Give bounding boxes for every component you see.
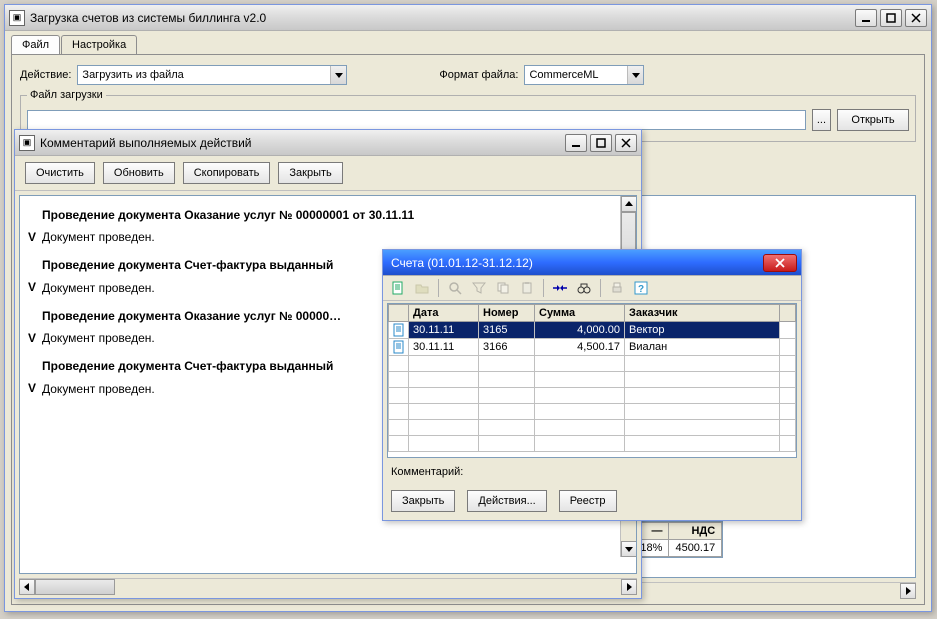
scroll-left-icon[interactable] (19, 579, 35, 595)
log-message: Документ проведен. (42, 230, 628, 244)
close-button[interactable] (763, 254, 797, 272)
main-titlebar[interactable]: ▣ Загрузка счетов из системы биллинга v2… (5, 5, 931, 31)
tab-settings[interactable]: Настройка (61, 35, 137, 54)
open-button[interactable]: Открыть (837, 109, 909, 131)
accounts-toolbar: ? (383, 276, 801, 301)
row-doc-icon (389, 339, 409, 356)
accounts-grid[interactable]: Дата Номер Сумма Заказчик 30.11.1131654,… (387, 303, 797, 458)
accounts-footer: Комментарий: Закрыть Действия... Реестр (383, 460, 801, 520)
format-dropdown[interactable]: CommerceML (524, 65, 644, 85)
col-sum[interactable]: Сумма (535, 305, 625, 322)
binoculars-icon[interactable] (575, 279, 593, 297)
cell-date: 30.11.11 (409, 339, 479, 356)
clear-button[interactable]: Очистить (25, 162, 95, 184)
check-icon: V (28, 331, 36, 345)
accounts-title: Счета (01.01.12-31.12.12) (387, 256, 763, 270)
paste-icon[interactable] (518, 279, 536, 297)
accounts-titlebar[interactable]: Счета (01.01.12-31.12.12) (383, 250, 801, 276)
cell-number: 3165 (479, 322, 535, 339)
main-tabs: Файл Настройка (5, 31, 931, 54)
cell-date: 30.11.11 (409, 322, 479, 339)
tab-file[interactable]: Файл (11, 35, 60, 54)
comments-titlebar[interactable]: ▣ Комментарий выполняемых действий (15, 130, 641, 156)
file-load-legend: Файл загрузки (27, 89, 106, 101)
cell-sum: 4,500.17 (535, 339, 625, 356)
print-icon[interactable] (608, 279, 626, 297)
comments-title: Комментарий выполняемых действий (40, 136, 565, 150)
format-label: Формат файла: (439, 69, 518, 81)
chevron-down-icon (330, 66, 346, 84)
table-row-empty (389, 372, 796, 388)
close-button[interactable] (905, 9, 927, 27)
copy-button[interactable]: Скопировать (183, 162, 271, 184)
comments-toolbar: Очистить Обновить Скопировать Закрыть (15, 156, 641, 191)
table-row[interactable]: 30.11.1131664,500.17Виалан (389, 339, 796, 356)
accounts-comment-label: Комментарий: (391, 466, 463, 478)
log-entry: Проведение документа Оказание услуг № 00… (28, 208, 628, 244)
check-icon: V (28, 230, 36, 244)
action-label: Действие: (20, 69, 71, 81)
accounts-close-button[interactable]: Закрыть (391, 490, 455, 512)
help-icon[interactable]: ? (632, 279, 650, 297)
chevron-down-icon (627, 66, 643, 84)
maximize-button[interactable] (880, 9, 902, 27)
main-title: Загрузка счетов из системы биллинга v2.0 (30, 11, 855, 25)
search-icon[interactable] (446, 279, 464, 297)
col-number[interactable]: Номер (479, 305, 535, 322)
accounts-registry-button[interactable]: Реестр (559, 490, 617, 512)
copy-icon[interactable] (494, 279, 512, 297)
accounts-window: Счета (01.01.12-31.12.12) ? (382, 249, 802, 521)
table-row-empty (389, 388, 796, 404)
table-row-empty (389, 420, 796, 436)
minimize-button[interactable] (565, 134, 587, 152)
action-dropdown[interactable]: Загрузить из файла (77, 65, 347, 85)
scroll-right-icon[interactable] (900, 583, 916, 599)
peek-cell-3: 4500.17 (669, 540, 722, 557)
table-row-empty (389, 404, 796, 420)
cell-customer: Вектор (625, 322, 780, 339)
close-button[interactable] (615, 134, 637, 152)
row-doc-icon (389, 322, 409, 339)
comments-horizontal-scrollbar[interactable] (19, 578, 637, 594)
col-customer[interactable]: Заказчик (625, 305, 780, 322)
table-row-empty (389, 436, 796, 452)
cell-sum: 4,000.00 (535, 322, 625, 339)
scroll-right-icon[interactable] (621, 579, 637, 595)
cell-number: 3166 (479, 339, 535, 356)
minimize-button[interactable] (855, 9, 877, 27)
app-icon: ▣ (19, 135, 35, 151)
expand-horiz-icon[interactable] (551, 279, 569, 297)
col-date[interactable]: Дата (409, 305, 479, 322)
filter-icon[interactable] (470, 279, 488, 297)
col-scroll (780, 305, 796, 322)
cell-customer: Виалан (625, 339, 780, 356)
comments-close-button[interactable]: Закрыть (278, 162, 342, 184)
svg-text:?: ? (638, 284, 644, 295)
cell-pad (780, 322, 796, 339)
action-value: Загрузить из файла (82, 69, 183, 81)
table-row-empty (389, 356, 796, 372)
col-icon[interactable] (389, 305, 409, 322)
app-icon: ▣ (9, 10, 25, 26)
new-doc-icon[interactable] (389, 279, 407, 297)
check-icon: V (28, 280, 36, 294)
peek-col-3: НДС (669, 523, 722, 540)
maximize-button[interactable] (590, 134, 612, 152)
accounts-actions-button[interactable]: Действия... (467, 490, 546, 512)
file-path-input[interactable] (27, 110, 806, 130)
browse-button[interactable]: ... (812, 109, 831, 131)
log-header: Проведение документа Оказание услуг № 00… (42, 208, 628, 222)
check-icon: V (28, 381, 36, 395)
folder-icon[interactable] (413, 279, 431, 297)
refresh-button[interactable]: Обновить (103, 162, 175, 184)
cell-pad (780, 339, 796, 356)
table-row[interactable]: 30.11.1131654,000.00Вектор (389, 322, 796, 339)
format-value: CommerceML (529, 69, 598, 81)
